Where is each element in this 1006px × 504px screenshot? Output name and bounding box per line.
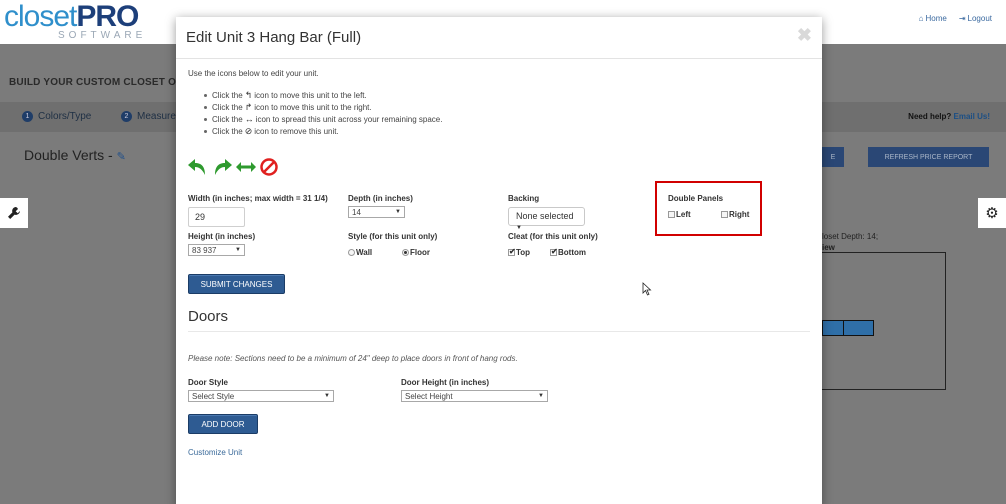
width-label: Width (in inches; max width = 31 1/4) [188,194,328,203]
door-height-label: Door Height (in inches) [401,378,489,387]
height-label: Height (in inches) [188,232,256,241]
door-style-label: Door Style [188,378,229,387]
backing-dropdown[interactable]: None selected ▼ [508,207,585,231]
spread-icon: ↔ [244,114,254,124]
customize-unit-link[interactable]: Customize Unit [188,448,242,457]
backing-label: Backing [508,194,540,203]
gear-icon[interactable]: ⚙ [978,198,1006,228]
email-us-link[interactable]: Email Us! [954,112,990,121]
logo-pro: PRO [76,0,139,33]
refresh-price-report-button[interactable]: REFRESH PRICE REPORT [868,147,989,167]
move-right-icon[interactable] [211,157,233,177]
pencil-icon[interactable]: ✎ [117,151,126,163]
page-title: Double Verts - ✎ [24,147,126,163]
tab-colors-type[interactable]: 1 Colors/Type [22,111,91,122]
help-text: Need help? Email Us! [908,112,990,121]
preview-unit-bar [822,320,874,336]
home-link[interactable]: ⌂ Home [919,14,947,23]
cleat-top-checkbox[interactable]: Top [508,247,530,257]
modal-title: Edit Unit 3 Hang Bar (Full) [186,29,362,46]
cleat-bottom-checkbox[interactable]: Bottom [550,247,586,257]
wrench-icon[interactable] [0,198,28,228]
cleat-label: Cleat (for this unit only) [508,232,598,241]
top-links: ⌂ Home ⇥ Logout [919,14,992,23]
unit-action-icons [187,157,279,177]
door-height-select[interactable]: Select Height ▼ [401,390,548,402]
partial-button[interactable]: E [822,147,844,167]
style-label: Style (for this unit only) [348,232,438,241]
arrow-left-icon: ↰ [244,90,253,100]
height-select[interactable]: 83 937 ▼ [188,244,245,256]
instruction-move-right: Click the ↱ icon to move this unit to the … [204,102,372,112]
style-wall-radio[interactable]: Wall [348,248,372,257]
instruction-move-left: Click the ↰ icon to move this unit to the … [204,90,367,100]
remove-icon: ⊘ [244,126,253,136]
radio-button [348,249,355,256]
modal-header: Edit Unit 3 Hang Bar (Full) ✖ [176,17,822,59]
checkbox [508,247,516,256]
mouse-cursor-icon [642,282,652,296]
depth-select[interactable]: 14 ▼ [348,206,405,218]
add-door-button[interactable]: ADD DOOR [188,414,258,434]
logo-software: SOFTWARE [58,30,147,41]
closet-depth: loset Depth: 14; iew [822,232,879,252]
edit-unit-modal: Edit Unit 3 Hang Bar (Full) ✖ Use the ic… [176,17,822,504]
logout-link[interactable]: ⇥ Logout [959,14,992,23]
chevron-down-icon: ▼ [324,393,330,399]
checkbox [550,247,558,256]
chevron-down-icon: ▼ [538,393,544,399]
tab-measure[interactable]: 2 Measure [121,111,176,122]
remove-icon[interactable] [259,157,279,177]
intro-text: Use the icons below to edit your unit. [188,69,319,78]
doors-heading: Doors [188,308,229,325]
width-input[interactable]: 29 [188,207,245,227]
radio-button [402,249,409,256]
home-icon: ⌂ [918,14,924,23]
submit-changes-button[interactable]: SUBMIT CHANGES [188,274,285,294]
door-style-select[interactable]: Select Style ▼ [188,390,334,402]
spread-icon[interactable] [235,157,257,177]
chevron-down-icon: ▼ [395,209,401,215]
instruction-spread: Click the ↔ icon to spread this unit acros… [203,114,443,124]
instruction-remove: Click the ⊘ icon to remove this unit. [204,126,339,136]
logout-icon: ⇥ [958,14,966,23]
chevron-down-icon: ▼ [235,247,241,253]
logo[interactable]: closetPRO SOFTWARE [4,0,147,42]
move-left-icon[interactable] [187,157,209,177]
style-floor-radio[interactable]: Floor [402,248,430,257]
build-title: BUILD YOUR CUSTOM CLOSET O [9,77,177,88]
arrow-right-icon: ↱ [244,102,253,112]
close-icon[interactable]: ✖ [797,25,812,46]
doors-note: Please note: Sections need to be a minim… [188,354,518,363]
logo-closet: closet [4,0,77,33]
divider [188,331,810,332]
highlight-box [655,181,762,236]
depth-label: Depth (in inches) [348,194,413,203]
caret-down-icon: ▼ [516,225,522,231]
